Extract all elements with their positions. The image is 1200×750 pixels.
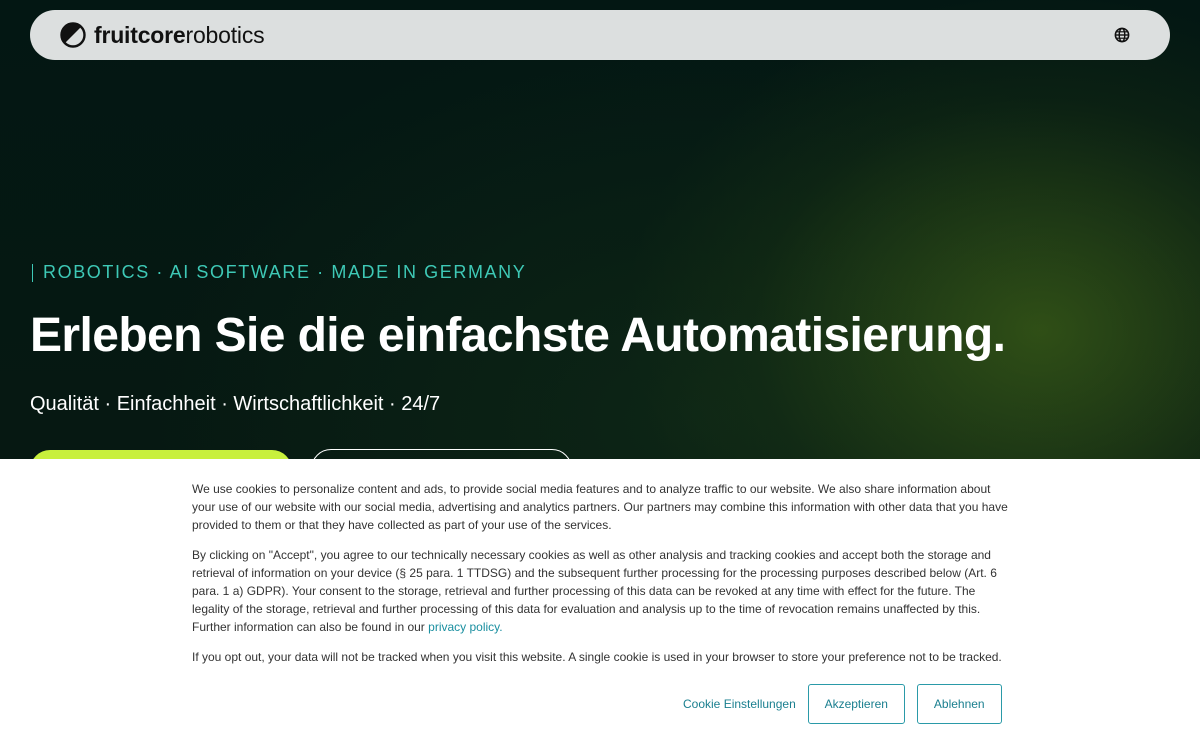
cookie-paragraph-intro: We use cookies to personalize content an… [192,482,1008,532]
cookie-text: We use cookies to personalize content an… [192,480,1012,678]
cookie-consent-text: By clicking on "Accept", you agree to ou… [192,548,997,634]
tagline-text: ROBOTICS · AI SOFTWARE · MADE IN GERMANY [43,262,527,282]
globe-icon[interactable] [1114,27,1130,43]
cookie-settings-button[interactable]: Cookie Einstellungen [675,697,804,711]
brand-wordmark: fruitcorerobotics [94,21,265,49]
privacy-policy-link[interactable]: privacy policy. [428,620,502,634]
cookie-consent-banner: We use cookies to personalize content an… [0,459,1200,750]
brand-name-bold: fruitcore [94,21,186,48]
top-navbar: fruitcorerobotics [30,10,1170,60]
accept-button[interactable]: Akzeptieren [807,684,905,724]
cookie-paragraph-consent: By clicking on "Accept", you agree to ou… [192,546,1012,636]
brand-name-light: robotics [185,21,265,48]
hero-headline: Erleben Sie die einfachste Automatisieru… [30,309,1006,362]
decline-button[interactable]: Ablehnen [916,684,1002,724]
hero-subline: Qualität · Einfachheit · Wirtschaftlichk… [30,393,441,415]
brand-logo[interactable]: fruitcorerobotics [60,21,265,49]
logo-mark-icon [60,22,86,48]
cookie-paragraph-optout: If you opt out, your data will not be tr… [192,650,1002,664]
tagline-divider [32,263,33,282]
cookie-actions: Cookie Einstellungen Akzeptieren Ablehne… [675,684,1002,724]
hero-tagline: ROBOTICS · AI SOFTWARE · MADE IN GERMANY [32,262,526,283]
